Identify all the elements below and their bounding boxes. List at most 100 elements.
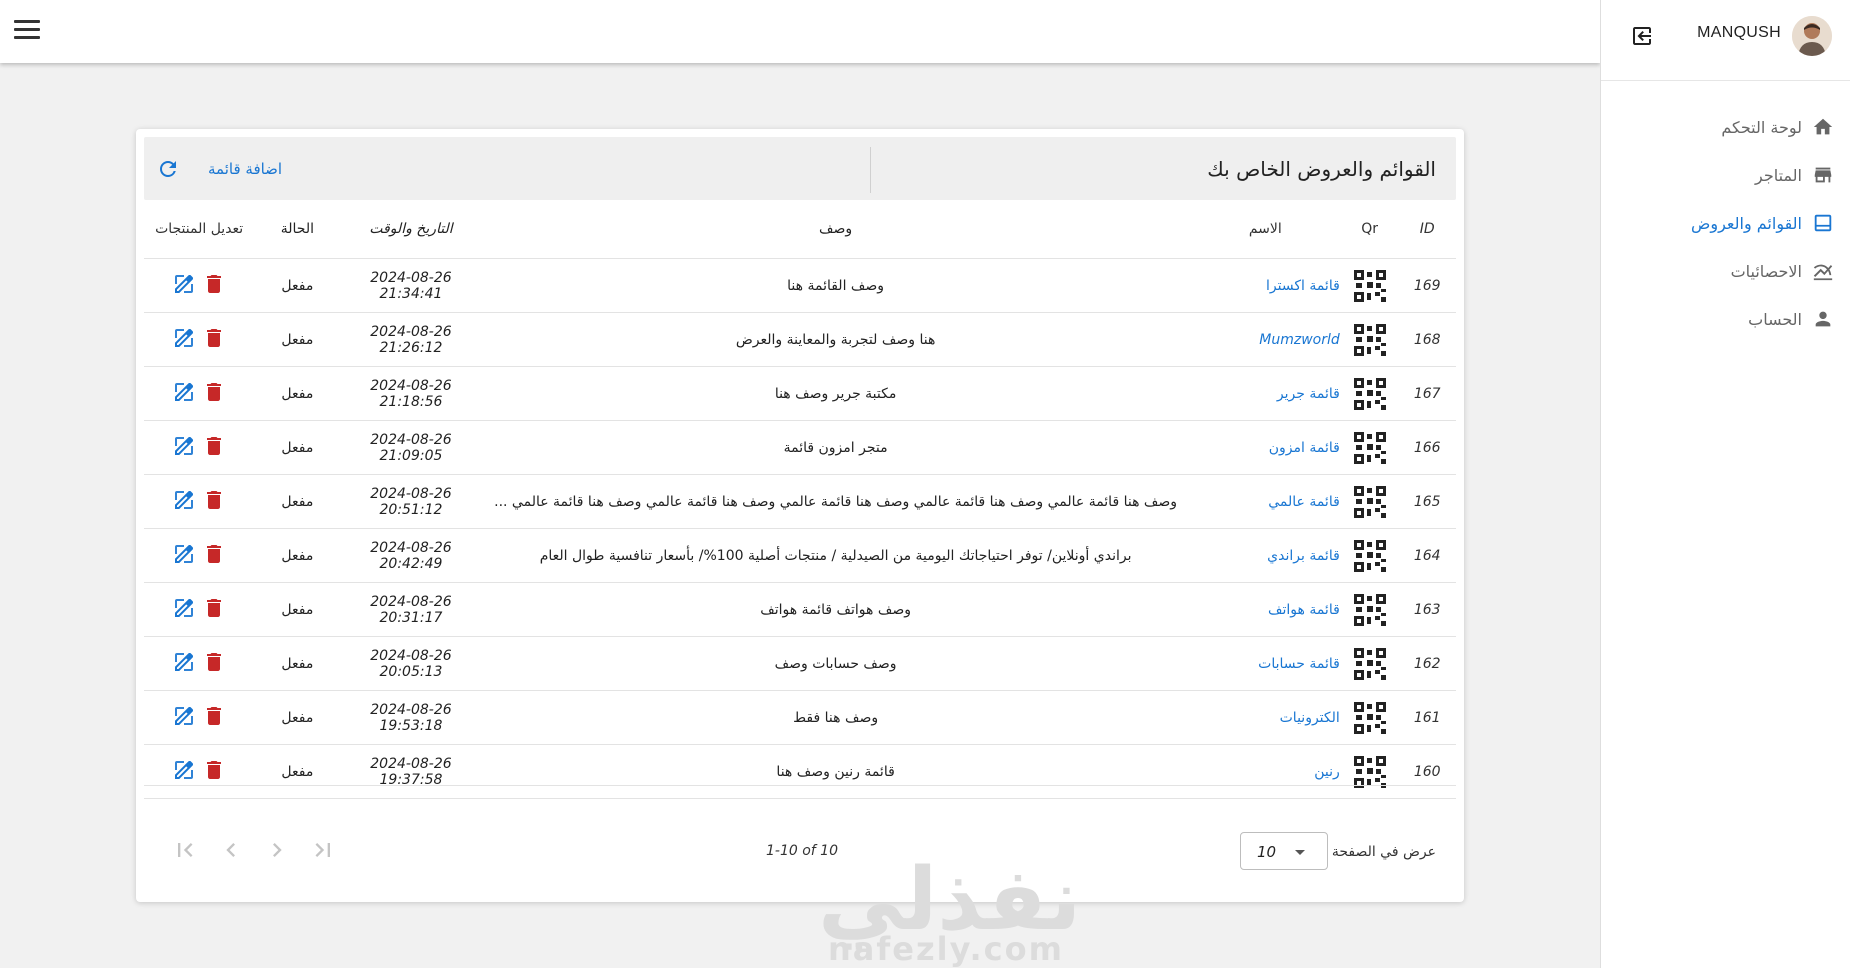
first-page-icon[interactable] — [171, 836, 199, 864]
sidebar-item-lists[interactable]: القوائم والعروض — [1601, 199, 1850, 247]
menu-icon[interactable] — [14, 20, 40, 42]
row-id: 163 — [1398, 582, 1456, 637]
edit-icon[interactable] — [172, 542, 196, 566]
edit-icon[interactable] — [172, 272, 196, 296]
qr-code-icon[interactable] — [1340, 420, 1399, 475]
row-status: مفعل — [254, 474, 341, 529]
row-status: مفعل — [254, 582, 341, 637]
edit-icon[interactable] — [172, 380, 196, 404]
qr-code-icon[interactable] — [1340, 258, 1399, 313]
table-row: 164 قائمة براندي براندي أونلاين/ توفر احتي… — [144, 528, 1456, 583]
qr-code-icon[interactable] — [1340, 690, 1399, 745]
row-action-group — [172, 758, 226, 782]
row-actions — [144, 690, 255, 745]
col-actions[interactable]: تعديل المنتجات — [144, 200, 255, 259]
edit-icon[interactable] — [172, 488, 196, 512]
delete-icon[interactable] — [202, 488, 226, 512]
rows-per-page-select[interactable]: 10 — [1240, 832, 1328, 870]
delete-icon[interactable] — [202, 434, 226, 458]
row-desc: وصف هنا فقط — [481, 690, 1190, 745]
sidebar-item-account[interactable]: الحساب — [1601, 295, 1850, 343]
row-action-group — [172, 488, 226, 512]
refresh-icon[interactable] — [156, 157, 180, 181]
edit-icon[interactable] — [172, 758, 196, 782]
qr-code-icon[interactable] — [1340, 366, 1399, 421]
col-date[interactable]: التاريخ والوقت — [340, 200, 482, 259]
row-actions — [144, 744, 255, 799]
col-id[interactable]: ID — [1398, 200, 1456, 259]
col-desc[interactable]: وصف — [481, 200, 1190, 259]
row-name-link[interactable]: قائمة عالمي — [1268, 494, 1340, 510]
row-name-link[interactable]: قائمة حسابات — [1258, 656, 1340, 672]
sidebar-item-label: المتاجر — [1755, 165, 1802, 185]
table-row: 161 الكترونيات وصف هنا فقط 2024-08-26 19:53… — [144, 690, 1456, 745]
row-status: مفعل — [254, 312, 341, 367]
row-name-link[interactable]: قائمة امزون — [1269, 440, 1340, 456]
row-action-group — [172, 596, 226, 620]
edit-icon[interactable] — [172, 596, 196, 620]
sidebar-item-stores[interactable]: المتاجر — [1601, 151, 1850, 199]
row-id: 162 — [1398, 636, 1456, 691]
delete-icon[interactable] — [202, 596, 226, 620]
watermark-url: nafezly.com — [828, 930, 1064, 968]
qr-code-icon[interactable] — [1340, 636, 1399, 691]
row-name-link[interactable]: قائمة هواتف — [1268, 602, 1340, 618]
row-actions — [144, 582, 255, 637]
sidebar-nav: لوحة التحكم المتاجر القوائم والعروض الاح… — [1601, 81, 1850, 343]
row-id: 161 — [1398, 690, 1456, 745]
delete-icon[interactable] — [202, 758, 226, 782]
row-name-link[interactable]: الكترونيات — [1280, 710, 1340, 726]
row-action-group — [172, 326, 226, 350]
row-name-link[interactable]: قائمة براندي — [1267, 548, 1340, 564]
store-icon — [1814, 167, 1832, 183]
row-name-cell: الكترونيات — [1189, 690, 1341, 745]
qr-code-icon[interactable] — [1340, 312, 1399, 367]
delete-icon[interactable] — [202, 272, 226, 296]
row-name-cell: رنين — [1189, 744, 1341, 799]
sidebar-item-dashboard[interactable]: لوحة التحكم — [1601, 103, 1850, 151]
row-actions — [144, 420, 255, 475]
edit-icon[interactable] — [172, 434, 196, 458]
pager-divider — [144, 785, 1456, 786]
prev-page-icon[interactable] — [217, 836, 245, 864]
row-actions — [144, 366, 255, 421]
row-date: 2024-08-26 20:42:49 — [340, 528, 482, 583]
delete-icon[interactable] — [202, 380, 226, 404]
row-id: 160 — [1398, 744, 1456, 799]
col-status[interactable]: الحالة — [254, 200, 341, 259]
row-name-link[interactable]: قائمة جرير — [1277, 386, 1340, 402]
row-date: 2024-08-26 20:05:13 — [340, 636, 482, 691]
top-bar — [0, 0, 1600, 63]
qr-code-icon[interactable] — [1340, 582, 1399, 637]
edit-icon[interactable] — [172, 326, 196, 350]
row-desc: وصف هنا قائمة عالمي وصف هنا قائمة عالمي … — [481, 474, 1190, 529]
edit-icon[interactable] — [172, 650, 196, 674]
delete-icon[interactable] — [202, 650, 226, 674]
col-qr[interactable]: Qr — [1340, 200, 1399, 259]
row-name-link[interactable]: Mumzworld — [1259, 332, 1340, 348]
sidebar-item-stats[interactable]: الاحصائيات — [1601, 247, 1850, 295]
sidebar-item-label: الاحصائيات — [1730, 261, 1802, 281]
pagination-buttons — [171, 836, 337, 864]
row-name-link[interactable]: رنين — [1314, 764, 1340, 780]
row-action-group — [172, 272, 226, 296]
delete-icon[interactable] — [202, 542, 226, 566]
row-actions — [144, 474, 255, 529]
row-name-cell: قائمة امزون — [1189, 420, 1341, 475]
qr-code-icon[interactable] — [1340, 528, 1399, 583]
delete-icon[interactable] — [202, 704, 226, 728]
row-name-cell: قائمة هواتف — [1189, 582, 1341, 637]
add-list-button[interactable]: اضافة قائمة — [208, 160, 282, 178]
row-name-link[interactable]: قائمة اكسترا — [1266, 278, 1340, 294]
edit-icon[interactable] — [172, 704, 196, 728]
chevron-down-icon — [1295, 850, 1305, 855]
col-name[interactable]: الاسم — [1189, 200, 1341, 259]
next-page-icon[interactable] — [263, 836, 291, 864]
last-page-icon[interactable] — [309, 836, 337, 864]
logout-icon[interactable] — [1629, 24, 1655, 48]
sidebar-header: MANQUSH — [1601, 0, 1850, 81]
delete-icon[interactable] — [202, 326, 226, 350]
page-title: القوائم والعروض الخاص بك — [1207, 157, 1436, 181]
qr-code-icon[interactable] — [1340, 474, 1399, 529]
qr-code-icon[interactable] — [1340, 744, 1399, 799]
